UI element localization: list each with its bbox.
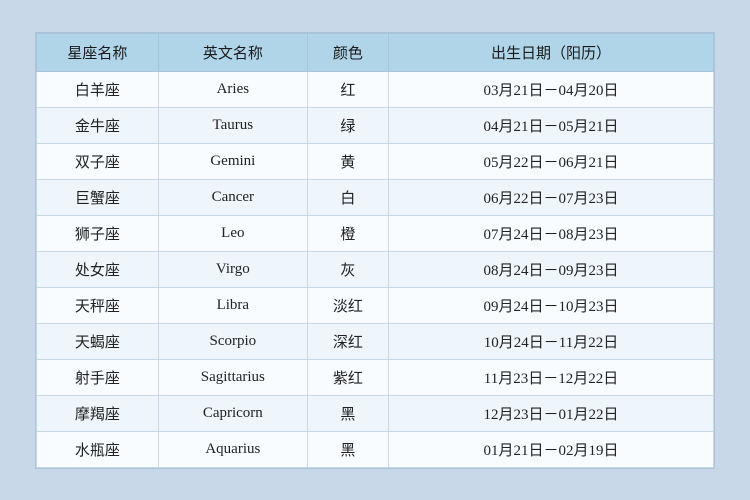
cell-color-8: 紫红 — [307, 359, 388, 395]
cell-color-7: 深红 — [307, 323, 388, 359]
cell-zh-4: 狮子座 — [37, 215, 159, 251]
table-row: 处女座Virgo灰08月24日－09月23日 — [37, 251, 714, 287]
cell-color-3: 白 — [307, 179, 388, 215]
cell-color-5: 灰 — [307, 251, 388, 287]
table-row: 白羊座Aries红03月21日－04月20日 — [37, 71, 714, 107]
cell-color-0: 红 — [307, 71, 388, 107]
cell-color-6: 淡红 — [307, 287, 388, 323]
cell-en-10: Aquarius — [158, 431, 307, 467]
cell-zh-3: 巨蟹座 — [37, 179, 159, 215]
table-row: 狮子座Leo橙07月24日－08月23日 — [37, 215, 714, 251]
table-header-row: 星座名称 英文名称 颜色 出生日期（阳历） — [37, 33, 714, 71]
header-zh: 星座名称 — [37, 33, 159, 71]
cell-en-5: Virgo — [158, 251, 307, 287]
cell-date-6: 09月24日－10月23日 — [389, 287, 714, 323]
cell-date-8: 11月23日－12月22日 — [389, 359, 714, 395]
cell-date-3: 06月22日－07月23日 — [389, 179, 714, 215]
cell-date-2: 05月22日－06月21日 — [389, 143, 714, 179]
cell-en-4: Leo — [158, 215, 307, 251]
cell-color-1: 绿 — [307, 107, 388, 143]
table-row: 金牛座Taurus绿04月21日－05月21日 — [37, 107, 714, 143]
cell-color-9: 黑 — [307, 395, 388, 431]
header-date: 出生日期（阳历） — [389, 33, 714, 71]
table-row: 天秤座Libra淡红09月24日－10月23日 — [37, 287, 714, 323]
zodiac-table-container: 星座名称 英文名称 颜色 出生日期（阳历） 白羊座Aries红03月21日－04… — [35, 32, 715, 469]
table-body: 白羊座Aries红03月21日－04月20日金牛座Taurus绿04月21日－0… — [37, 71, 714, 467]
cell-color-4: 橙 — [307, 215, 388, 251]
cell-zh-6: 天秤座 — [37, 287, 159, 323]
table-row: 天蝎座Scorpio深红10月24日－11月22日 — [37, 323, 714, 359]
cell-en-9: Capricorn — [158, 395, 307, 431]
cell-date-5: 08月24日－09月23日 — [389, 251, 714, 287]
table-row: 双子座Gemini黄05月22日－06月21日 — [37, 143, 714, 179]
cell-zh-1: 金牛座 — [37, 107, 159, 143]
cell-zh-7: 天蝎座 — [37, 323, 159, 359]
zodiac-table: 星座名称 英文名称 颜色 出生日期（阳历） 白羊座Aries红03月21日－04… — [36, 33, 714, 468]
cell-date-10: 01月21日－02月19日 — [389, 431, 714, 467]
cell-zh-8: 射手座 — [37, 359, 159, 395]
cell-en-2: Gemini — [158, 143, 307, 179]
table-row: 巨蟹座Cancer白06月22日－07月23日 — [37, 179, 714, 215]
cell-date-0: 03月21日－04月20日 — [389, 71, 714, 107]
header-color: 颜色 — [307, 33, 388, 71]
cell-date-7: 10月24日－11月22日 — [389, 323, 714, 359]
cell-date-4: 07月24日－08月23日 — [389, 215, 714, 251]
table-row: 水瓶座Aquarius黑01月21日－02月19日 — [37, 431, 714, 467]
table-row: 射手座Sagittarius紫红11月23日－12月22日 — [37, 359, 714, 395]
cell-color-2: 黄 — [307, 143, 388, 179]
cell-en-7: Scorpio — [158, 323, 307, 359]
table-row: 摩羯座Capricorn黑12月23日－01月22日 — [37, 395, 714, 431]
cell-date-1: 04月21日－05月21日 — [389, 107, 714, 143]
cell-en-1: Taurus — [158, 107, 307, 143]
cell-en-3: Cancer — [158, 179, 307, 215]
cell-date-9: 12月23日－01月22日 — [389, 395, 714, 431]
cell-zh-10: 水瓶座 — [37, 431, 159, 467]
cell-en-8: Sagittarius — [158, 359, 307, 395]
cell-color-10: 黑 — [307, 431, 388, 467]
cell-en-6: Libra — [158, 287, 307, 323]
cell-zh-0: 白羊座 — [37, 71, 159, 107]
cell-zh-9: 摩羯座 — [37, 395, 159, 431]
cell-zh-5: 处女座 — [37, 251, 159, 287]
cell-en-0: Aries — [158, 71, 307, 107]
cell-zh-2: 双子座 — [37, 143, 159, 179]
header-en: 英文名称 — [158, 33, 307, 71]
